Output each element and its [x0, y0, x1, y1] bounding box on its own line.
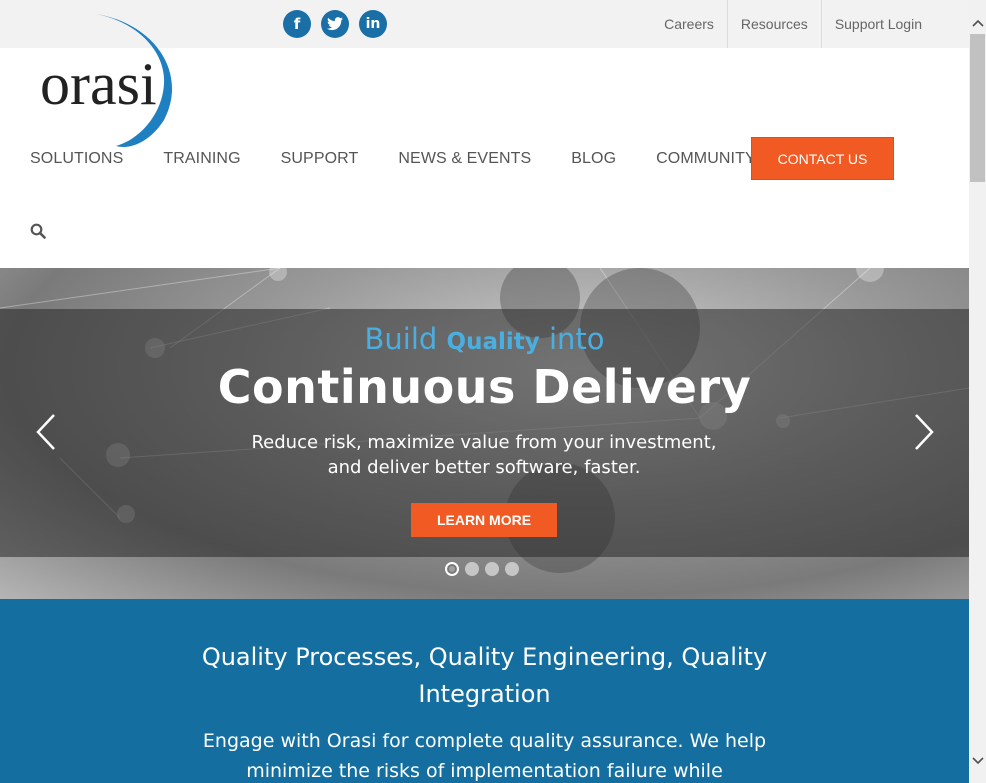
scrollbar-thumb[interactable] [970, 34, 985, 182]
nav-solutions[interactable]: SOLUTIONS [30, 150, 123, 168]
scroll-up-icon[interactable] [969, 14, 986, 31]
hero-description: Reduce risk, maximize value from your in… [251, 432, 717, 478]
orasi-logo[interactable]: orasi [38, 12, 208, 150]
slide-indicators [445, 562, 519, 576]
nav-news-events[interactable]: NEWS & EVENTS [398, 150, 531, 168]
resources-link[interactable]: Resources [726, 0, 821, 48]
hero-title: Continuous Delivery [217, 360, 752, 414]
support-login-link[interactable]: Support Login [820, 0, 935, 48]
nav-community[interactable]: COMMUNITY [656, 150, 756, 168]
page-scrollbar[interactable] [969, 0, 986, 783]
next-slide-arrow-icon[interactable] [912, 412, 936, 452]
slide-dot-2[interactable] [465, 562, 479, 576]
section-text: Engage with Orasi for complete quality a… [202, 730, 767, 782]
contact-us-button[interactable]: CONTACT US [751, 137, 894, 180]
slide-dot-3[interactable] [485, 562, 499, 576]
linkedin-icon[interactable]: in [359, 10, 387, 38]
nav-support[interactable]: SUPPORT [281, 150, 359, 168]
utility-links: Careers Resources Support Login [651, 0, 935, 48]
learn-more-button[interactable]: LEARN MORE [411, 503, 557, 537]
nav-training[interactable]: TRAINING [163, 150, 240, 168]
hero-subtitle: Build Quality into [364, 322, 605, 356]
slide-dot-4[interactable] [505, 562, 519, 576]
hero-slider: Build Quality into Continuous Delivery R… [0, 268, 969, 599]
nav-blog[interactable]: BLOG [571, 150, 616, 168]
social-links: f in [283, 10, 387, 38]
twitter-icon[interactable] [321, 10, 349, 38]
section-title: Quality Processes, Quality Engineering, … [201, 643, 768, 708]
slide-dot-1[interactable] [445, 562, 459, 576]
careers-link[interactable]: Careers [651, 0, 727, 48]
quality-intro-section: Quality Processes, Quality Engineering, … [0, 599, 969, 783]
svg-text:orasi: orasi [40, 51, 157, 117]
scroll-down-icon[interactable] [969, 752, 986, 769]
facebook-icon[interactable]: f [283, 10, 311, 38]
prev-slide-arrow-icon[interactable] [34, 412, 58, 452]
search-icon[interactable] [30, 223, 46, 239]
